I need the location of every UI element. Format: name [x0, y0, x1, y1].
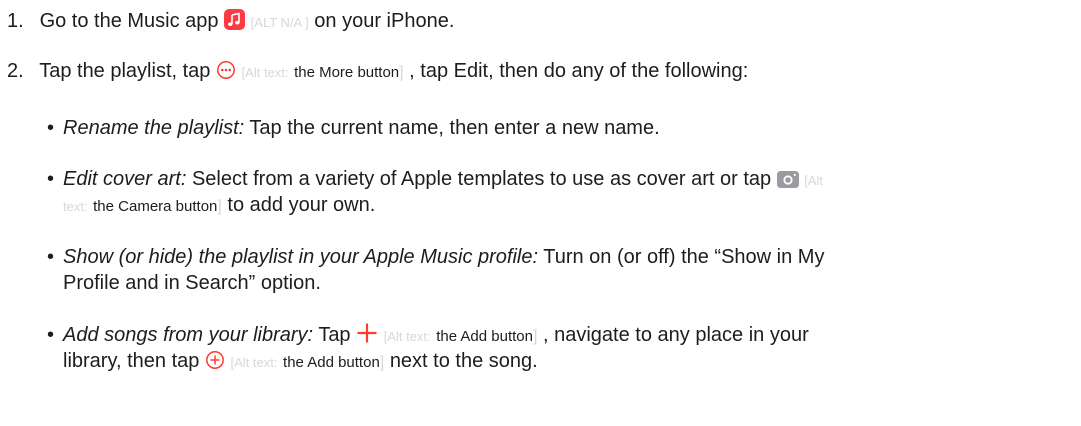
- bullet-marker: •: [47, 324, 55, 346]
- alt-text-close: ]: [532, 328, 538, 345]
- bullet-text: Profile and in Search” option.: [63, 272, 321, 294]
- bullet-add-songs-cont: library, then tap [Alt text: the Add but…: [63, 348, 538, 377]
- step-text: Go to the Music app: [39, 10, 219, 32]
- alt-text-prefix: [Alt text:: [383, 329, 431, 344]
- step-1: 1. Go to the Music app [ALT N/A ] on you…: [7, 8, 454, 37]
- bullet-text: Select from a variety of Apple templates…: [191, 168, 772, 190]
- step-text: Tap the playlist, tap: [39, 60, 211, 82]
- step-number: 2.: [7, 60, 24, 82]
- bullet-text: to add your own.: [227, 194, 376, 216]
- bullet-marker: •: [47, 246, 55, 268]
- add-circle-icon: [205, 350, 225, 377]
- alt-text-prefix: [Alt: [804, 173, 824, 188]
- alt-text-placeholder: [ALT N/A ]: [250, 15, 309, 30]
- bullet-rename: • Rename the playlist: Tap the current na…: [47, 115, 660, 141]
- bullet-title: Show (or hide) the playlist in your Appl…: [63, 246, 539, 268]
- instructions-document: 1. Go to the Music app [ALT N/A ] on you…: [0, 0, 1081, 426]
- alt-text-close: ]: [399, 64, 404, 81]
- alt-text-prefix: [Alt text:: [230, 355, 278, 370]
- bullet-cover-art: • Edit cover art: Select from a variety o…: [47, 166, 823, 195]
- step-text: on your iPhone.: [314, 10, 455, 32]
- bullet-text: Turn on (or off) the “Show in My: [543, 246, 825, 268]
- bullet-title: Add songs from your library:: [63, 324, 314, 346]
- alt-text: the Add button: [436, 328, 533, 345]
- alt-text-prefix: text:: [63, 199, 88, 214]
- bullet-marker: •: [47, 117, 55, 139]
- step-number: 1.: [7, 10, 24, 32]
- plus-icon: [356, 322, 378, 351]
- more-icon: [216, 60, 236, 87]
- alt-text: the Add button: [283, 354, 380, 371]
- alt-text-prefix: [Alt text:: [241, 65, 289, 80]
- step-text: , tap Edit, then do any of the following…: [409, 60, 749, 82]
- bullet-text: Tap the current name, then enter a new n…: [249, 117, 660, 139]
- alt-text: the Camera button: [93, 198, 218, 215]
- bullet-marker: •: [47, 168, 55, 190]
- bullet-add-songs: • Add songs from your library: Tap [Alt t…: [47, 322, 809, 351]
- bullet-show-hide: • Show (or hide) the playlist in your App…: [47, 244, 824, 270]
- bullet-title: Rename the playlist:: [63, 117, 245, 139]
- bullet-text: Tap: [318, 324, 351, 346]
- camera-icon: [776, 169, 799, 195]
- bullet-text: library, then tap: [63, 350, 200, 372]
- alt-text-close: ]: [217, 198, 222, 215]
- step-2: 2. Tap the playlist, tap [Alt text: the …: [7, 58, 748, 87]
- bullet-text: , navigate to any place in your: [543, 324, 809, 346]
- music-app-icon: [224, 9, 246, 37]
- bullet-show-hide-cont: Profile and in Search” option.: [63, 270, 321, 296]
- bullet-title: Edit cover art:: [63, 168, 187, 190]
- bullet-text: next to the song.: [389, 350, 538, 372]
- alt-text-close: ]: [379, 354, 385, 371]
- bullet-cover-art-cont: text: the Camera button] to add your own…: [63, 192, 375, 220]
- alt-text: the More button: [294, 64, 400, 81]
